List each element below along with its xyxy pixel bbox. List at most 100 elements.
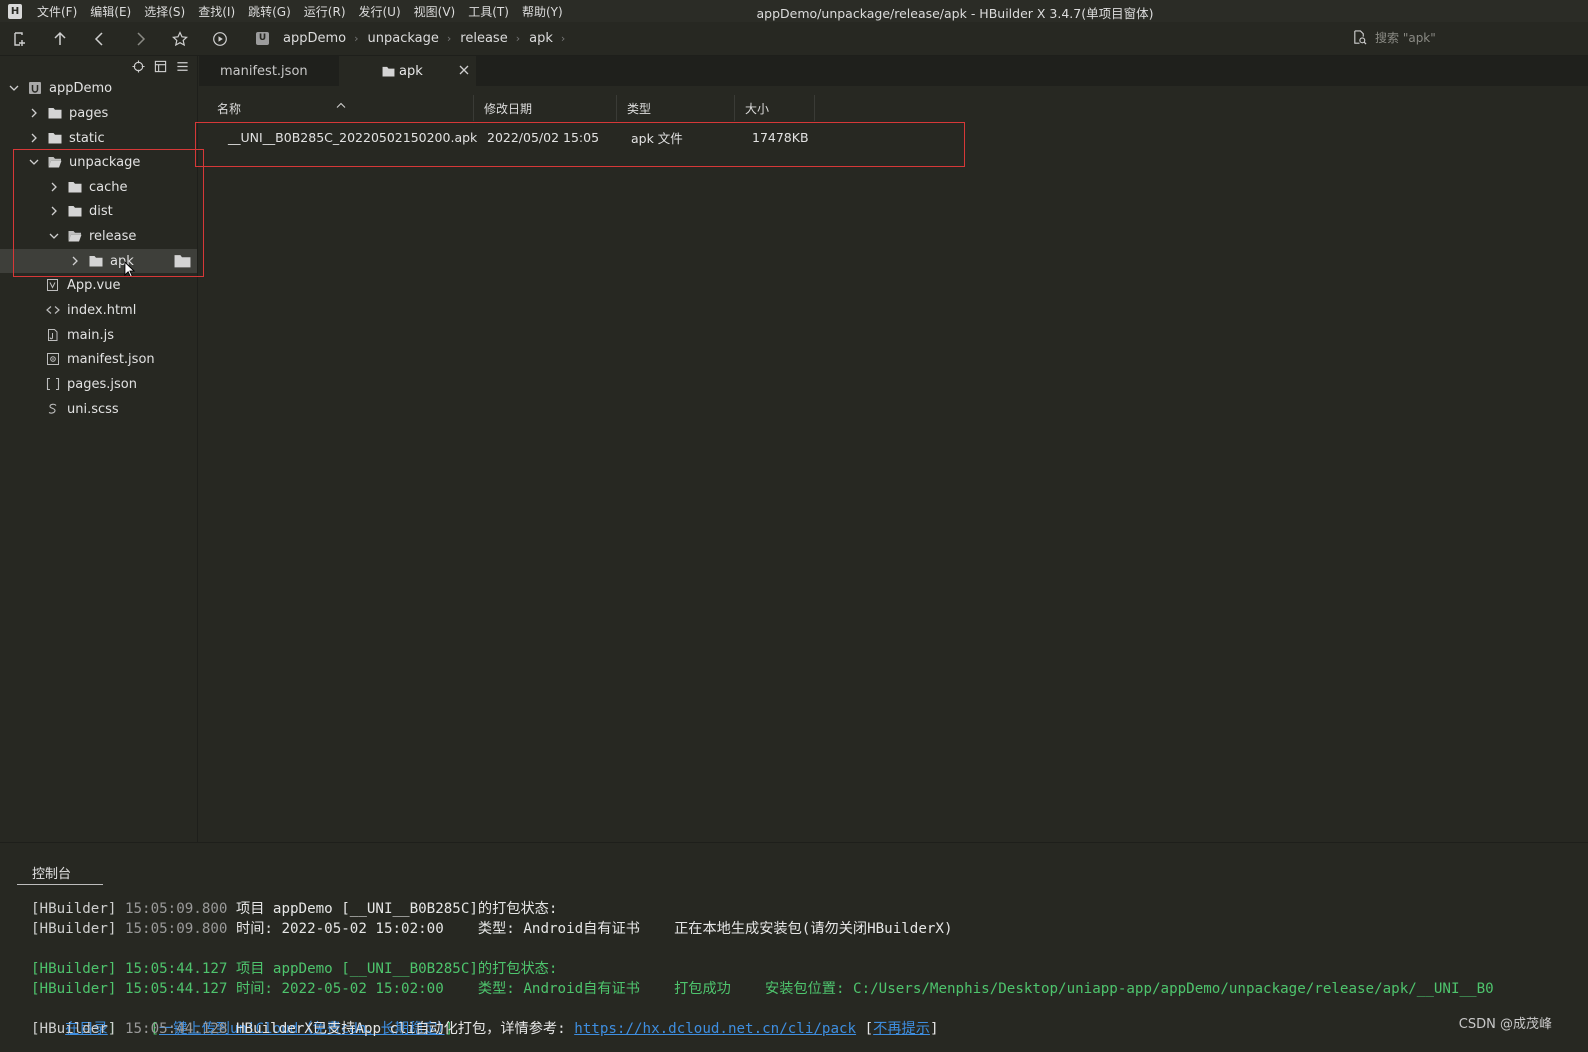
tree-item-pages[interactable]: pages [0, 101, 197, 125]
menu-run[interactable]: 运行(R) [304, 3, 346, 20]
chevron-right-icon[interactable] [48, 181, 60, 193]
tab-label: manifest.json [220, 63, 308, 79]
column-date[interactable]: 修改日期 [474, 95, 617, 121]
tree-item-main-js[interactable]: main.js [0, 323, 197, 347]
menu-select[interactable]: 选择(S) [144, 3, 185, 20]
open-folder-icon[interactable] [174, 254, 191, 272]
new-file-button[interactable] [0, 25, 40, 53]
breadcrumb-item[interactable]: unpackage [368, 31, 439, 46]
tree-item-pages-json[interactable]: pages.json [0, 372, 197, 396]
chevron-down-icon[interactable] [8, 82, 20, 94]
tree-item-static[interactable]: static [0, 126, 197, 150]
chevron-right-icon[interactable] [28, 107, 40, 119]
chevron-down-icon[interactable] [48, 230, 60, 242]
tab-apk[interactable]: apk [339, 56, 476, 86]
log-text: 项目 appDemo [__UNI__B0B285C]的打包状态: [236, 901, 558, 917]
file-type: apk 文件 [631, 130, 683, 146]
tree-item-cache[interactable]: cache [0, 175, 197, 199]
dismiss-link[interactable]: 不再提示 [873, 1021, 930, 1037]
tree-item-label: release [89, 228, 137, 244]
vue-file-icon [46, 279, 60, 291]
watermark: CSDN @成茂峰 [1458, 1017, 1552, 1032]
arrow-up-icon [54, 31, 66, 45]
breadcrumb-item[interactable]: appDemo [283, 31, 346, 46]
tree-item-manifest-json[interactable]: manifest.json [0, 347, 197, 371]
file-row[interactable]: __UNI__B0B285C_20220502150200.apk 2022/0… [199, 124, 815, 150]
tree-item-unpackage[interactable]: unpackage [0, 150, 197, 174]
tree-item-label: appDemo [49, 80, 113, 96]
tree-item-uni-scss[interactable]: uni.scss [0, 397, 197, 421]
folder-open-icon [68, 230, 82, 242]
collapse-all-icon[interactable] [154, 60, 167, 73]
column-name[interactable]: 名称 [199, 95, 474, 121]
log-text: 时间: 2022-05-02 15:02:00 类型: Android自有证书 … [236, 981, 1494, 997]
tree-item-release[interactable]: release [0, 224, 197, 248]
menu-bar: 文件(F) 编辑(E) 选择(S) 查找(I) 跳转(G) 运行(R) 发行(U… [24, 3, 563, 20]
locate-icon[interactable] [132, 59, 145, 73]
json-file-icon [46, 378, 60, 390]
star-icon [172, 30, 188, 46]
menu-publish[interactable]: 发行(U) [359, 3, 401, 20]
tree-item-app-vue[interactable]: App.vue [0, 273, 197, 297]
title-bar: H 文件(F) 编辑(E) 选择(S) 查找(I) 跳转(G) 运行(R) 发行… [0, 0, 1588, 22]
breadcrumb-item[interactable]: apk [529, 31, 553, 46]
menu-icon[interactable] [176, 60, 189, 73]
menu-edit[interactable]: 编辑(E) [90, 3, 131, 20]
tree-item-label: pages.json [67, 376, 137, 392]
breadcrumb-item[interactable]: release [460, 31, 507, 46]
column-label: 名称 [217, 101, 242, 116]
console-panel: 控制台 [HBuilder] 15:05:09.800 项目 appDemo [… [0, 842, 1588, 1052]
column-type[interactable]: 类型 [617, 95, 735, 121]
tree-item-index-html[interactable]: index.html [0, 298, 197, 322]
menu-view[interactable]: 视图(V) [414, 3, 456, 20]
tree-item-label: static [69, 130, 105, 146]
log-time: 15:05:44.128 [124, 1021, 228, 1037]
column-label: 修改日期 [484, 101, 533, 116]
menu-goto[interactable]: 跳转(G) [248, 3, 291, 20]
folder-icon [48, 132, 62, 144]
chevron-right-icon[interactable] [28, 132, 40, 144]
log-text: 时间: 2022-05-02 15:02:00 类型: Android自有证书 … [236, 921, 953, 937]
folder-icon [48, 107, 62, 119]
column-size[interactable]: 大小 [735, 95, 815, 121]
menu-help[interactable]: 帮助(Y) [522, 3, 563, 20]
log-tag: [HBuilder] [31, 921, 117, 937]
cli-docs-link[interactable]: https://hx.dcloud.net.cn/cli/pack [574, 1021, 856, 1037]
back-button[interactable] [80, 25, 120, 53]
tab-console[interactable]: 控制台 [17, 863, 103, 885]
menu-file[interactable]: 文件(F) [37, 3, 77, 20]
console-line: [HBuilder] 15:05:44.127 时间: 2022-05-02 1… [31, 979, 1494, 999]
tree-item-apk[interactable]: apk [0, 249, 197, 278]
close-icon[interactable] [458, 64, 470, 76]
search-input[interactable] [1375, 30, 1575, 45]
log-tag: [HBuilder] [31, 1021, 117, 1037]
favorite-button[interactable] [160, 25, 200, 53]
log-text: 项目 appDemo [__UNI__B0B285C]的打包状态: [236, 961, 558, 977]
tab-manifest-json[interactable]: manifest.json [199, 56, 339, 86]
folder-icon [68, 205, 82, 217]
chevron-down-icon[interactable] [28, 156, 40, 168]
scss-file-icon [46, 403, 60, 415]
project-icon: U [256, 32, 269, 45]
folder-open-icon [48, 156, 62, 168]
menu-tools[interactable]: 工具(T) [468, 3, 509, 20]
folder-icon [89, 255, 103, 267]
menu-find[interactable]: 查找(I) [198, 3, 235, 20]
log-text: HBuilderX已支持App cli自动化打包，详情参考: [236, 1021, 575, 1037]
tree-item-dist[interactable]: dist [0, 199, 197, 223]
breadcrumb-separator-icon: › [446, 32, 452, 45]
run-button[interactable] [200, 25, 240, 53]
forward-button[interactable] [120, 25, 160, 53]
column-label: 类型 [627, 101, 652, 116]
log-bracket: [ [864, 1021, 874, 1037]
html-file-icon [46, 304, 60, 316]
chevron-right-icon[interactable] [69, 255, 81, 267]
tree-item-label: index.html [67, 302, 137, 318]
go-up-button[interactable] [40, 25, 80, 53]
file-size: 17478KB [752, 129, 809, 145]
log-bracket: ] [929, 1021, 939, 1037]
column-header: 名称 修改日期 类型 大小 [199, 95, 815, 121]
breadcrumb-separator-icon: › [560, 32, 566, 45]
chevron-right-icon[interactable] [48, 205, 60, 217]
tree-item-appdemo[interactable]: appDemo [0, 76, 197, 100]
